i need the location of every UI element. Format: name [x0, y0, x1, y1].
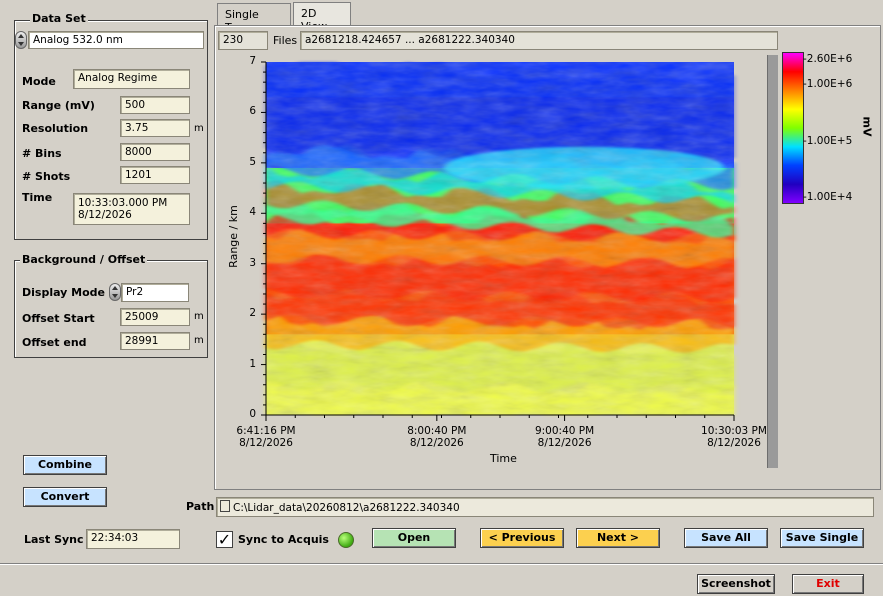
files-range-field: a2681218.424657 ... a2681222.340340 [300, 31, 778, 50]
x-tick-label: 10:30:03 PM 8/12/2026 [694, 425, 774, 449]
bins-field: 8000 [120, 143, 190, 161]
range-field: 500 [120, 96, 190, 114]
folder-icon[interactable] [220, 500, 230, 512]
colorbar [782, 52, 804, 204]
bins-label: # Bins [22, 147, 62, 160]
previous-button[interactable]: < Previous [480, 528, 564, 548]
files-count-field: 230 [218, 31, 268, 50]
resolution-field: 3.75 [120, 119, 190, 137]
files-label: Files [273, 34, 298, 47]
x-tick-label: 9:00:40 PM 8/12/2026 [525, 425, 605, 449]
x-axis-label: Time [490, 452, 517, 465]
x-tick-label: 8:00:40 PM 8/12/2026 [397, 425, 477, 449]
combine-button[interactable]: Combine [23, 455, 107, 475]
path-value: C:\Lidar_data\20260812\a2681222.340340 [233, 502, 460, 514]
x-tick-date: 8/12/2026 [409, 437, 464, 449]
x-tick-time: 9:00:40 PM [534, 425, 595, 437]
noise-texture [266, 62, 734, 415]
x-tick-date: 8/12/2026 [537, 437, 592, 449]
last-sync-field: 22:34:03 [86, 529, 180, 549]
sync-label: Sync to Acquis [238, 533, 329, 546]
offset-start-field[interactable]: 25009 [120, 308, 190, 326]
tab-2d-view[interactable]: 2D View [293, 2, 351, 33]
heatmap-plot-area [261, 61, 735, 421]
next-button[interactable]: Next > [576, 528, 660, 548]
exit-button[interactable]: Exit [792, 574, 864, 594]
channel-select[interactable]: Analog 532.0 nm [28, 31, 204, 49]
colorbar-label: mV [860, 116, 874, 137]
colorbar-tick-label: -1.00E+5 [803, 135, 853, 147]
mode-field: Analog Regime [73, 69, 190, 89]
colorbar-tick-label: -2.60E+6 [803, 52, 853, 65]
panel-scrollbar[interactable] [767, 55, 778, 468]
y-tick-label: 4 [249, 206, 256, 219]
time-value: 10:33:03.000 PM [78, 197, 168, 209]
resolution-unit: m [194, 123, 204, 134]
time-field: 10:33:03.000 PM 8/12/2026 [73, 193, 190, 225]
data-set-title: Data Set [30, 12, 88, 25]
y-tick-label: 5 [249, 155, 256, 168]
y-tick-label: 2 [249, 307, 256, 320]
time-label: Time [22, 191, 53, 204]
x-tick-time: 8:00:40 PM [407, 425, 467, 437]
resolution-label: Resolution [22, 122, 89, 135]
y-tick-label: 3 [249, 256, 256, 269]
heatmap-chart: 01234567 6:41:16 PM 8/12/2026 8:00:40 PM 8/… [220, 54, 768, 468]
offset-end-label: Offset end [22, 336, 87, 349]
tab-single-trace[interactable]: Single Trace [217, 3, 291, 34]
mode-label: Mode [22, 75, 56, 88]
colorbar-tick-label: -1.00E+4 [803, 190, 853, 203]
convert-button[interactable]: Convert [23, 487, 107, 507]
range-label: Range (mV) [22, 99, 95, 112]
y-tick-label: 7 [249, 55, 256, 67]
x-tick-time: 6:41:16 PM [236, 425, 296, 437]
x-tick-time: 10:30:03 PM [701, 425, 767, 437]
channel-spinner-icon[interactable] [15, 31, 27, 49]
heatmap-svg [261, 61, 735, 421]
shots-label: # Shots [22, 170, 71, 183]
screenshot-button[interactable]: Screenshot [697, 574, 775, 594]
display-mode-select[interactable]: Pr2 [121, 283, 189, 302]
display-mode-spinner-icon[interactable] [109, 283, 121, 301]
open-button[interactable]: Open [372, 528, 456, 548]
sync-checkbox[interactable]: ✓ [216, 531, 233, 548]
last-sync-label: Last Sync [24, 533, 84, 546]
save-single-button[interactable]: Save Single [780, 528, 864, 548]
y-tick-label: 6 [249, 105, 256, 118]
y-tick-label: 1 [249, 357, 256, 370]
offset-end-unit: m [194, 335, 204, 346]
offset-end-field[interactable]: 28991 [120, 332, 190, 350]
path-field[interactable]: C:\Lidar_data\20260812\a2681222.340340 [216, 497, 874, 517]
x-tick-date: 8/12/2026 [707, 437, 761, 449]
shots-field: 1201 [120, 166, 190, 184]
x-tick-date: 8/12/2026 [239, 437, 293, 449]
y-tick-label: 0 [249, 408, 256, 420]
x-tick-label: 6:41:16 PM 8/12/2026 [226, 425, 306, 449]
y-axis-label: Range / km [226, 205, 240, 268]
display-mode-label: Display Mode [22, 286, 106, 299]
date-value: 8/12/2026 [78, 209, 132, 221]
path-label: Path [186, 500, 215, 513]
offset-start-unit: m [194, 311, 204, 322]
save-all-button[interactable]: Save All [684, 528, 768, 548]
offset-start-label: Offset Start [22, 312, 95, 325]
sync-status-led-icon [338, 532, 354, 548]
background-title: Background / Offset [20, 253, 148, 266]
colorbar-tick-label: -1.00E+6 [803, 78, 853, 90]
